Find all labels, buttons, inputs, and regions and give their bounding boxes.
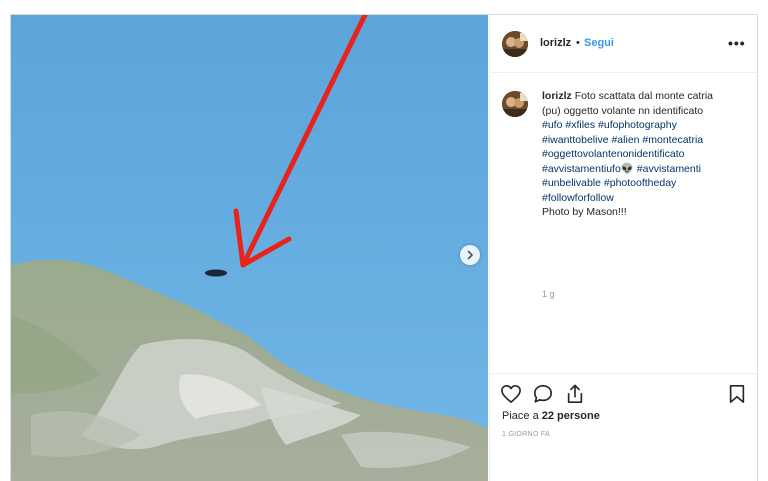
actions-section: Piace a 22 persone 1 GIORNO FA [490, 373, 757, 481]
hashtag-link[interactable]: #ufo [542, 119, 562, 131]
hashtag-link[interactable]: #followforfollow [542, 192, 614, 204]
caption-avatar[interactable] [502, 91, 528, 117]
heart-icon[interactable] [500, 384, 522, 404]
more-options-icon[interactable]: ••• [728, 35, 746, 51]
next-image-button[interactable] [460, 245, 480, 265]
hashtag-link[interactable]: #avvistamenti [637, 163, 701, 175]
posted-ago[interactable]: 1 GIORNO FA [502, 431, 550, 438]
post-header: lorizlz • Segui ••• [490, 15, 757, 73]
caption-signature: Photo by Mason!!! [542, 206, 627, 218]
chevron-right-icon [467, 250, 473, 260]
avatar-image [502, 91, 528, 117]
hashtag-link[interactable]: #iwanttobelive [542, 134, 609, 146]
ufo-object [205, 269, 227, 277]
hashtag-link[interactable]: #xfiles [565, 119, 595, 131]
username-link[interactable]: lorizlz [540, 37, 571, 49]
comment-icon[interactable] [532, 384, 554, 404]
likes-number[interactable]: 22 persone [542, 410, 600, 422]
instagram-post: lorizlz • Segui ••• lorizlz Foto scattat… [10, 14, 758, 481]
avatar[interactable] [502, 31, 528, 57]
share-icon[interactable] [565, 384, 585, 404]
hashtag-link[interactable]: #avvistamentiufo [542, 163, 621, 175]
post-photo[interactable] [11, 15, 488, 481]
hashtag-link[interactable]: #unbelivable [542, 177, 601, 189]
avatar-image [502, 31, 528, 57]
bookmark-icon[interactable] [728, 384, 746, 404]
hashtag-link[interactable]: #photooftheday [604, 177, 676, 189]
likes-prefix: Piace a [502, 410, 542, 422]
caption-username[interactable]: lorizlz [542, 90, 572, 102]
follow-button[interactable]: Segui [584, 37, 614, 49]
likes-count[interactable]: Piace a 22 persone [502, 410, 600, 422]
caption-section: lorizlz Foto scattata dal monte catria (… [490, 73, 757, 391]
hashtag-link[interactable]: #oggettovolantenonidentificato [542, 148, 684, 160]
hashtag-link[interactable]: #montecatria [642, 134, 703, 146]
caption-text: lorizlz Foto scattata dal monte catria (… [542, 89, 748, 220]
ufo-photo-image [11, 15, 488, 481]
caption-line: Foto scattata dal monte catria [574, 90, 714, 102]
separator-dot: • [576, 37, 580, 49]
caption-timestamp[interactable]: 1 g [542, 289, 555, 299]
alien-emoji-icon: 👽 [620, 162, 634, 175]
hashtag-link[interactable]: #ufophotography [598, 119, 677, 131]
hashtag-link[interactable]: #alien [611, 134, 639, 146]
post-sidebar: lorizlz • Segui ••• lorizlz Foto scattat… [489, 15, 757, 481]
caption-line: (pu) oggetto volante nn identificato [542, 104, 704, 117]
